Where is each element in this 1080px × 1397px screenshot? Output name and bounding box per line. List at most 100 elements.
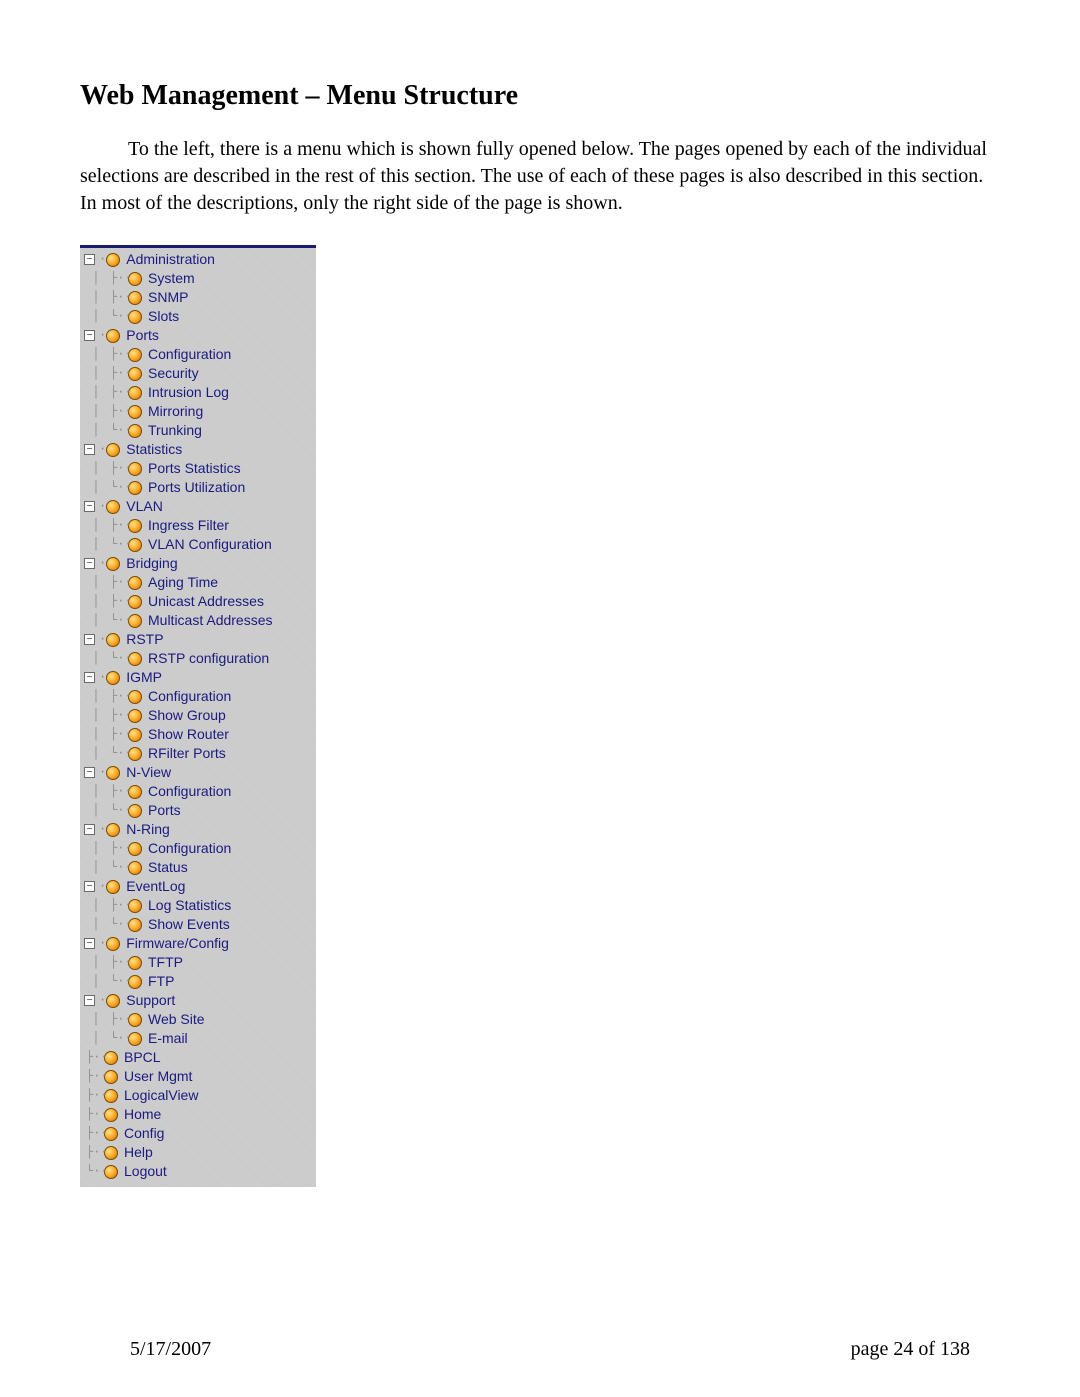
tree-item-label[interactable]: Configuration xyxy=(148,687,231,706)
tree-item-eventlog[interactable]: −·EventLog xyxy=(80,877,316,896)
tree-item-log-statistics[interactable]: │├··Log Statistics xyxy=(80,896,316,915)
collapse-icon[interactable]: − xyxy=(84,938,95,949)
tree-item-label[interactable]: Configuration xyxy=(148,345,231,364)
tree-item-label[interactable]: IGMP xyxy=(126,668,162,687)
tree-item-label[interactable]: RSTP configuration xyxy=(148,649,269,668)
collapse-icon[interactable]: − xyxy=(84,995,95,1006)
tree-item-label[interactable]: Administration xyxy=(126,250,215,269)
tree-item-label[interactable]: Home xyxy=(124,1105,161,1124)
tree-item-vlan-configuration[interactable]: │└··VLAN Configuration xyxy=(80,535,316,554)
tree-item-label[interactable]: LogicalView xyxy=(124,1086,198,1105)
tree-item-label[interactable]: E-mail xyxy=(148,1029,188,1048)
tree-item-label[interactable]: BPCL xyxy=(124,1048,161,1067)
tree-item-rstp-configuration[interactable]: │└··RSTP configuration xyxy=(80,649,316,668)
tree-item-label[interactable]: Security xyxy=(148,364,199,383)
tree-item-vlan[interactable]: −·VLAN xyxy=(80,497,316,516)
tree-item-unicast-addresses[interactable]: │├··Unicast Addresses xyxy=(80,592,316,611)
tree-item-label[interactable]: Configuration xyxy=(148,782,231,801)
tree-item-label[interactable]: Mirroring xyxy=(148,402,203,421)
tree-item-firmware-config[interactable]: −·Firmware/Config xyxy=(80,934,316,953)
tree-item-label[interactable]: Support xyxy=(126,991,175,1010)
tree-item-home[interactable]: ├··Home xyxy=(80,1105,316,1124)
tree-item-label[interactable]: VLAN xyxy=(126,497,163,516)
tree-item-security[interactable]: │├··Security xyxy=(80,364,316,383)
collapse-icon[interactable]: − xyxy=(84,501,95,512)
tree-item-rfilter-ports[interactable]: │└··RFilter Ports xyxy=(80,744,316,763)
tree-item-label[interactable]: System xyxy=(148,269,195,288)
tree-item-label[interactable]: EventLog xyxy=(126,877,185,896)
tree-item-system[interactable]: │├··System xyxy=(80,269,316,288)
collapse-icon[interactable]: − xyxy=(84,444,95,455)
tree-item-label[interactable]: Firmware/Config xyxy=(126,934,229,953)
tree-item-ftp[interactable]: │└··FTP xyxy=(80,972,316,991)
tree-item-user-mgmt[interactable]: ├··User Mgmt xyxy=(80,1067,316,1086)
tree-item-configuration[interactable]: │├··Configuration xyxy=(80,345,316,364)
tree-item-label[interactable]: Bridging xyxy=(126,554,177,573)
tree-item-label[interactable]: User Mgmt xyxy=(124,1067,192,1086)
tree-item-show-events[interactable]: │└··Show Events xyxy=(80,915,316,934)
tree-item-label[interactable]: Intrusion Log xyxy=(148,383,229,402)
tree-item-e-mail[interactable]: │└··E-mail xyxy=(80,1029,316,1048)
tree-item-n-ring[interactable]: −·N-Ring xyxy=(80,820,316,839)
tree-item-label[interactable]: Configuration xyxy=(148,839,231,858)
tree-item-label[interactable]: Ingress Filter xyxy=(148,516,229,535)
collapse-icon[interactable]: − xyxy=(84,672,95,683)
tree-item-ports[interactable]: │└··Ports xyxy=(80,801,316,820)
tree-item-label[interactable]: Log Statistics xyxy=(148,896,231,915)
tree-item-label[interactable]: Statistics xyxy=(126,440,182,459)
tree-item-label[interactable]: VLAN Configuration xyxy=(148,535,272,554)
tree-item-label[interactable]: RSTP xyxy=(126,630,163,649)
tree-item-label[interactable]: Ports Utilization xyxy=(148,478,245,497)
tree-item-logicalview[interactable]: ├··LogicalView xyxy=(80,1086,316,1105)
tree-item-status[interactable]: │└··Status xyxy=(80,858,316,877)
collapse-icon[interactable]: − xyxy=(84,330,95,341)
tree-item-label[interactable]: FTP xyxy=(148,972,174,991)
tree-item-aging-time[interactable]: │├··Aging Time xyxy=(80,573,316,592)
collapse-icon[interactable]: − xyxy=(84,254,95,265)
collapse-icon[interactable]: − xyxy=(84,767,95,778)
tree-item-config[interactable]: ├··Config xyxy=(80,1124,316,1143)
collapse-icon[interactable]: − xyxy=(84,558,95,569)
tree-item-label[interactable]: Show Events xyxy=(148,915,230,934)
tree-item-ports[interactable]: −·Ports xyxy=(80,326,316,345)
tree-item-statistics[interactable]: −·Statistics xyxy=(80,440,316,459)
tree-item-label[interactable]: Show Group xyxy=(148,706,226,725)
tree-item-help[interactable]: ├··Help xyxy=(80,1143,316,1162)
collapse-icon[interactable]: − xyxy=(84,824,95,835)
tree-item-label[interactable]: Ports xyxy=(126,326,159,345)
tree-item-label[interactable]: Aging Time xyxy=(148,573,218,592)
tree-item-label[interactable]: Help xyxy=(124,1143,153,1162)
tree-item-label[interactable]: TFTP xyxy=(148,953,183,972)
tree-item-label[interactable]: RFilter Ports xyxy=(148,744,226,763)
tree-item-label[interactable]: Trunking xyxy=(148,421,202,440)
tree-item-label[interactable]: Multicast Addresses xyxy=(148,611,273,630)
tree-item-n-view[interactable]: −·N-View xyxy=(80,763,316,782)
tree-item-label[interactable]: Logout xyxy=(124,1162,167,1181)
tree-item-ingress-filter[interactable]: │├··Ingress Filter xyxy=(80,516,316,535)
tree-item-administration[interactable]: −·Administration xyxy=(80,250,316,269)
tree-item-label[interactable]: N-View xyxy=(126,763,171,782)
tree-item-logout[interactable]: └··Logout xyxy=(80,1162,316,1181)
tree-item-configuration[interactable]: │├··Configuration xyxy=(80,839,316,858)
tree-item-label[interactable]: N-Ring xyxy=(126,820,170,839)
tree-item-label[interactable]: Ports Statistics xyxy=(148,459,241,478)
tree-item-ports-utilization[interactable]: │└··Ports Utilization xyxy=(80,478,316,497)
tree-item-support[interactable]: −·Support xyxy=(80,991,316,1010)
collapse-icon[interactable]: − xyxy=(84,634,95,645)
tree-item-tftp[interactable]: │├··TFTP xyxy=(80,953,316,972)
tree-item-mirroring[interactable]: │├··Mirroring xyxy=(80,402,316,421)
tree-item-label[interactable]: Config xyxy=(124,1124,164,1143)
tree-item-bridging[interactable]: −·Bridging xyxy=(80,554,316,573)
tree-item-show-router[interactable]: │├··Show Router xyxy=(80,725,316,744)
tree-item-rstp[interactable]: −·RSTP xyxy=(80,630,316,649)
tree-item-label[interactable]: Slots xyxy=(148,307,179,326)
tree-item-trunking[interactable]: │└··Trunking xyxy=(80,421,316,440)
tree-item-label[interactable]: Status xyxy=(148,858,188,877)
tree-item-snmp[interactable]: │├··SNMP xyxy=(80,288,316,307)
tree-item-label[interactable]: Ports xyxy=(148,801,181,820)
tree-item-configuration[interactable]: │├··Configuration xyxy=(80,782,316,801)
tree-item-label[interactable]: Web Site xyxy=(148,1010,205,1029)
tree-item-label[interactable]: SNMP xyxy=(148,288,188,307)
collapse-icon[interactable]: − xyxy=(84,881,95,892)
tree-item-web-site[interactable]: │├··Web Site xyxy=(80,1010,316,1029)
